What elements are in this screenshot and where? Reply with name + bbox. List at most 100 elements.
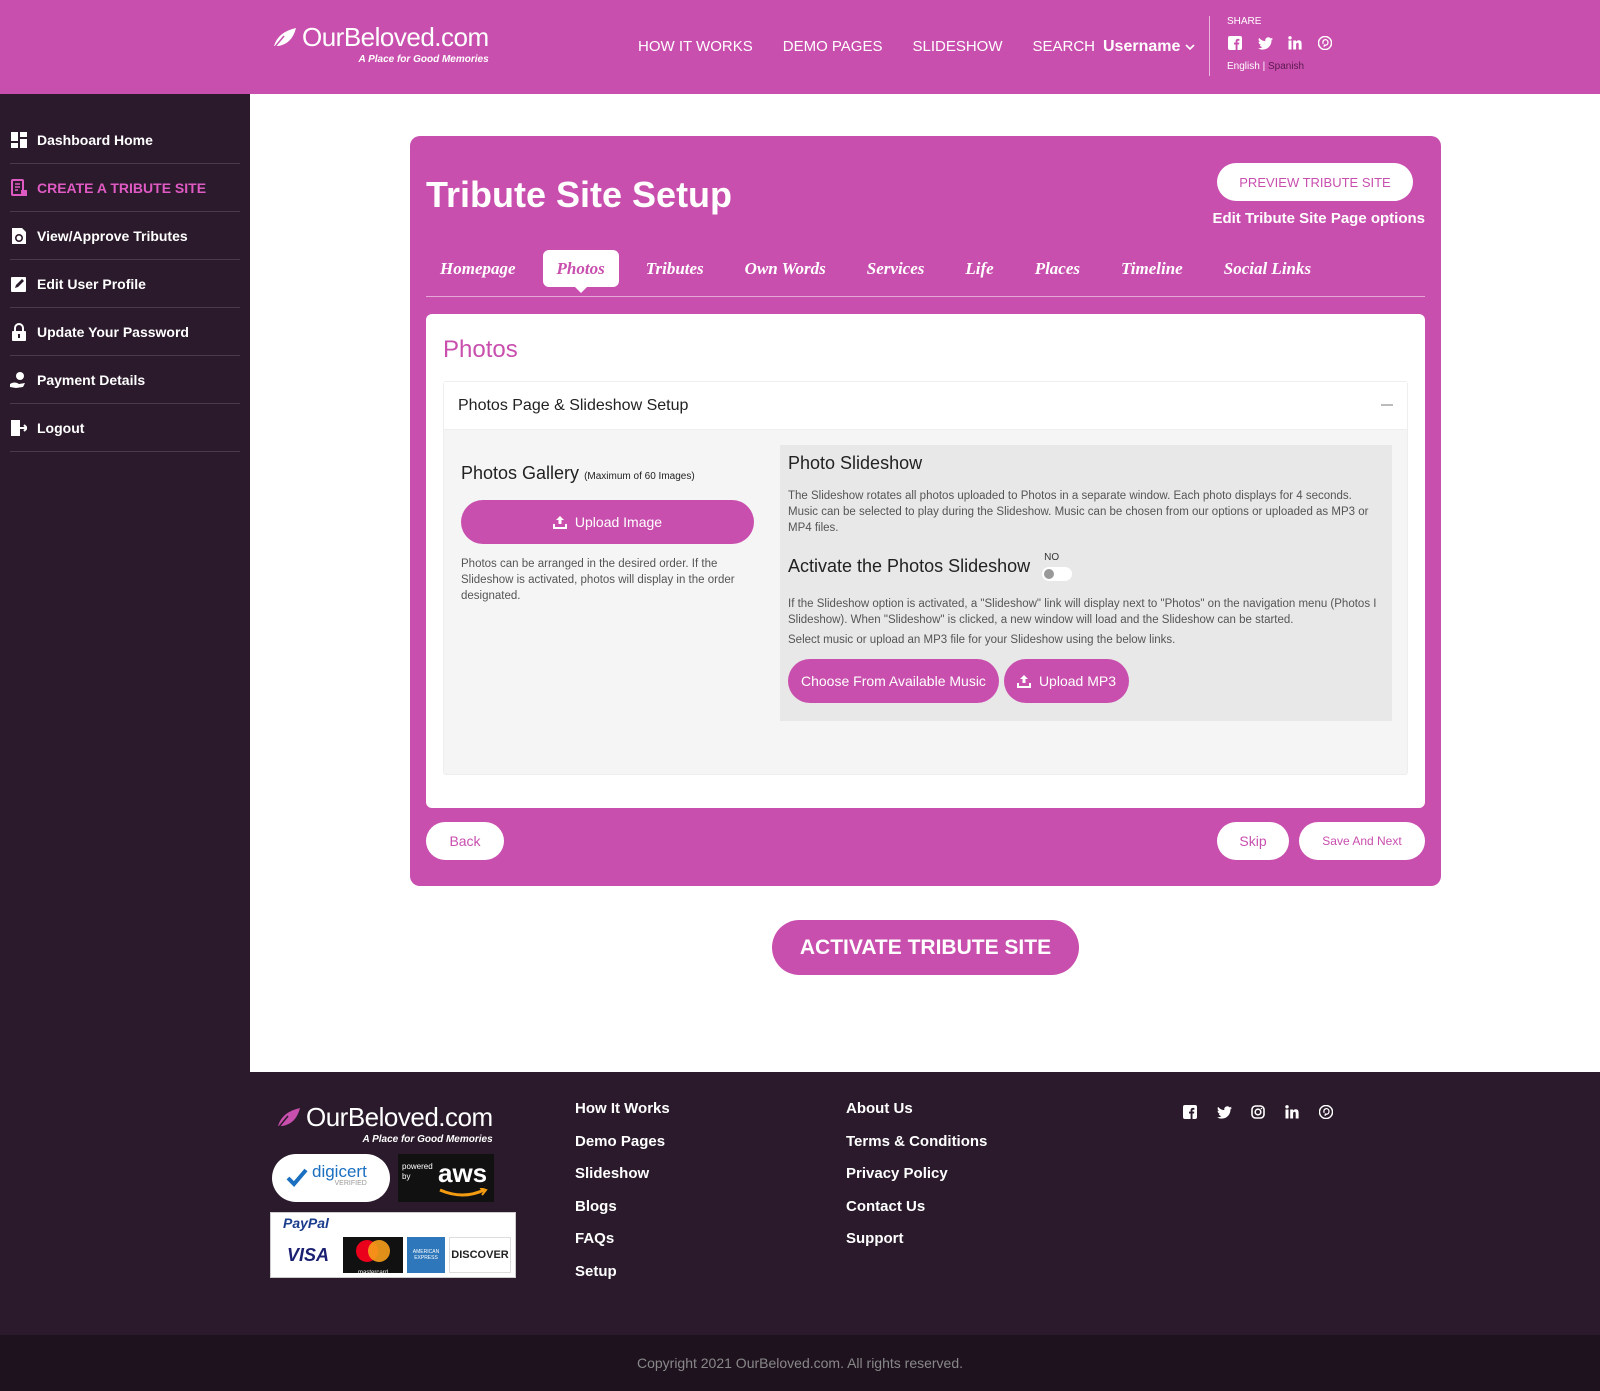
edit-icon — [10, 275, 28, 293]
username-label: Username — [1103, 38, 1181, 55]
sidebar-item-label: Logout — [37, 419, 85, 436]
activate-slideshow-row: Activate the Photos Slideshow NO — [788, 552, 1384, 582]
footer-link-support[interactable]: Support — [846, 1230, 987, 1263]
footer-link-slideshow[interactable]: Slideshow — [575, 1165, 670, 1198]
tributes-icon — [10, 227, 28, 245]
save-and-next-button[interactable]: Save And Next — [1299, 822, 1425, 860]
facebook-icon[interactable] — [1227, 35, 1243, 51]
page-title: Tribute Site Setup — [426, 174, 733, 215]
copyright-text: Copyright 2021 OurBeloved.com. All right… — [636, 1355, 964, 1371]
brand-logo[interactable]: OurBeloved.com A Place for Good Memories — [272, 22, 489, 65]
sidebar-item-label: Dashboard Home — [37, 131, 153, 148]
sidebar-item-dashboard[interactable]: Dashboard Home — [10, 116, 240, 164]
slideshow-toggle[interactable]: NO — [1042, 552, 1073, 582]
footer-links-col2: About Us Terms & Conditions Privacy Poli… — [846, 1100, 987, 1263]
gallery-help-text: Photos can be arranged in the desired or… — [461, 558, 735, 602]
preview-tribute-button[interactable]: PREVIEW TRIBUTE SITE — [1217, 163, 1413, 201]
create-icon — [10, 178, 28, 197]
tab-tributes[interactable]: Tributes — [632, 250, 718, 287]
upload-image-label: Upload Image — [574, 514, 663, 530]
activate-tribute-button[interactable]: ACTIVATE TRIBUTE SITE — [772, 920, 1079, 975]
sidebar-item-label: CREATE A TRIBUTE SITE — [37, 179, 207, 196]
footer-link-how-it-works[interactable]: How It Works — [575, 1100, 670, 1133]
sidebar-item-update-password[interactable]: Update Your Password — [10, 308, 240, 356]
top-nav: HOW IT WORKS DEMO PAGES SLIDESHOW SEARCH — [638, 38, 1125, 55]
aws-label: aws — [438, 1158, 488, 1188]
gallery-max-note: (Maximum of 60 Images) — [584, 471, 695, 482]
gallery-title: Photos Gallery (Maximum of 60 Images) — [461, 463, 756, 484]
check-icon — [286, 1168, 308, 1187]
panel-title: Photos — [443, 336, 518, 363]
skip-button[interactable]: Skip — [1217, 822, 1289, 860]
slideshow-note-music: Select music or upload an MP3 file for y… — [788, 634, 1176, 646]
digicert-label: digicert — [312, 1162, 367, 1181]
footer-social — [1182, 1104, 1334, 1120]
footer-link-about[interactable]: About Us — [846, 1100, 987, 1133]
photos-accordion: Photos Page & Slideshow Setup Photos Gal… — [443, 381, 1408, 775]
tab-life[interactable]: Life — [951, 250, 1007, 287]
footer-link-terms[interactable]: Terms & Conditions — [846, 1133, 987, 1166]
leaf-icon — [273, 27, 296, 48]
slideshow-title: Photo Slideshow — [788, 453, 923, 473]
sidebar-item-view-tributes[interactable]: View/Approve Tributes — [10, 212, 240, 260]
tab-services[interactable]: Services — [853, 250, 939, 287]
footer-logo[interactable]: OurBeloved.com A Place for Good Memories — [276, 1102, 493, 1145]
upload-mp3-button[interactable]: Upload MP3 — [1003, 659, 1129, 703]
footer-link-contact[interactable]: Contact Us — [846, 1198, 987, 1231]
setup-tabs: Homepage Photos Tributes Own Words Servi… — [426, 250, 1425, 297]
lang-spanish[interactable]: Spanish — [1265, 61, 1304, 72]
twitter-icon[interactable] — [1257, 35, 1273, 51]
collapse-icon[interactable] — [1381, 404, 1393, 406]
back-button[interactable]: Back — [426, 822, 504, 860]
photos-panel: Photos Photos Page & Slideshow Setup Pho… — [426, 314, 1425, 808]
language-switcher: English | Spanish — [1227, 61, 1333, 72]
footer-link-privacy[interactable]: Privacy Policy — [846, 1165, 987, 1198]
accordion-header[interactable]: Photos Page & Slideshow Setup — [444, 382, 1407, 430]
logout-icon — [10, 419, 28, 437]
brand-name: OurBeloved.com — [302, 22, 489, 52]
pinterest-icon[interactable] — [1317, 35, 1333, 51]
sidebar-item-payment[interactable]: Payment Details — [10, 356, 240, 404]
tab-own-words[interactable]: Own Words — [731, 250, 840, 287]
mastercard-logo: mastercard — [343, 1237, 403, 1276]
tab-places[interactable]: Places — [1021, 250, 1094, 287]
nav-demo-pages[interactable]: DEMO PAGES — [783, 38, 883, 55]
user-menu[interactable]: Username — [1103, 38, 1195, 56]
accordion-title: Photos Page & Slideshow Setup — [458, 396, 689, 414]
aws-smile-icon — [439, 1188, 488, 1197]
linkedin-icon[interactable] — [1287, 35, 1303, 51]
linkedin-icon[interactable] — [1284, 1104, 1300, 1120]
nav-slideshow[interactable]: SLIDESHOW — [912, 38, 1002, 55]
tab-timeline[interactable]: Timeline — [1107, 250, 1197, 287]
slideshow-description: The Slideshow rotates all photos uploade… — [788, 490, 1369, 534]
footer-link-blogs[interactable]: Blogs — [575, 1198, 670, 1231]
tab-social-links[interactable]: Social Links — [1210, 250, 1325, 287]
photos-gallery: Photos Gallery (Maximum of 60 Images) Up… — [461, 463, 756, 604]
upload-image-button[interactable]: Upload Image — [461, 500, 754, 544]
facebook-icon[interactable] — [1182, 1104, 1198, 1120]
footer-link-demo-pages[interactable]: Demo Pages — [575, 1133, 670, 1166]
chevron-down-icon — [1185, 44, 1195, 51]
sidebar: Dashboard Home CREATE A TRIBUTE SITE Vie… — [0, 94, 250, 1072]
tab-homepage[interactable]: Homepage — [426, 250, 530, 287]
nav-search[interactable]: SEARCH — [1033, 38, 1096, 55]
sidebar-item-logout[interactable]: Logout — [10, 404, 240, 452]
instagram-icon[interactable] — [1250, 1104, 1266, 1120]
lang-english[interactable]: English | — [1227, 61, 1265, 72]
sidebar-item-create-tribute[interactable]: CREATE A TRIBUTE SITE — [10, 164, 240, 212]
pinterest-icon[interactable] — [1318, 1104, 1334, 1120]
footer-link-setup[interactable]: Setup — [575, 1263, 670, 1296]
choose-music-button[interactable]: Choose From Available Music — [788, 659, 999, 703]
share-label: SHARE — [1227, 16, 1262, 27]
sidebar-item-edit-profile[interactable]: Edit User Profile — [10, 260, 240, 308]
toggle-track[interactable] — [1042, 567, 1073, 581]
nav-how-it-works[interactable]: HOW IT WORKS — [638, 38, 753, 55]
aws-powered-label: powered by — [402, 1162, 433, 1181]
footer-link-faqs[interactable]: FAQs — [575, 1230, 670, 1263]
visa-logo: VISA — [277, 1237, 339, 1273]
footer-brand-name: OurBeloved.com — [306, 1102, 493, 1132]
twitter-icon[interactable] — [1216, 1104, 1232, 1120]
tab-photos[interactable]: Photos — [542, 250, 619, 293]
top-header: OurBeloved.com A Place for Good Memories… — [0, 0, 1600, 94]
digicert-badge: digicert VERIFIED — [272, 1154, 390, 1202]
